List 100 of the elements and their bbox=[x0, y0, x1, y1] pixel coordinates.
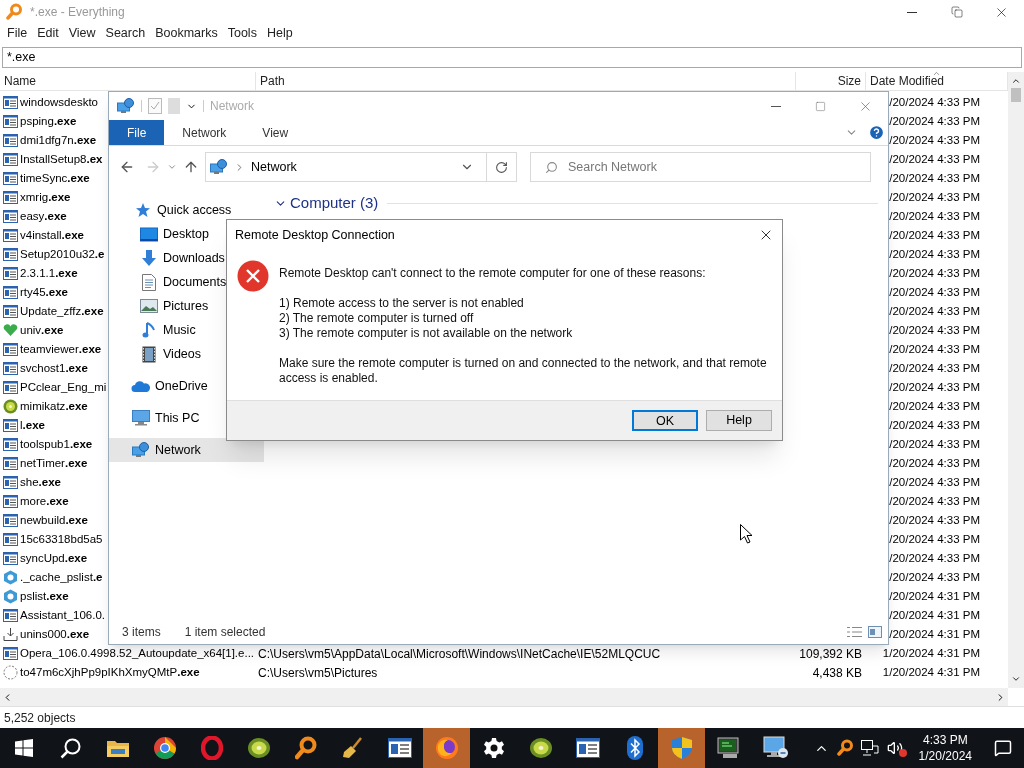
window-icon bbox=[3, 172, 18, 185]
file-path: C:\Users\vm5\Pictures bbox=[258, 665, 378, 680]
network-icon[interactable] bbox=[860, 740, 879, 756]
file-name: l.exe bbox=[20, 417, 45, 433]
back-icon[interactable] bbox=[119, 159, 135, 175]
scroll-thumb[interactable] bbox=[1011, 88, 1021, 102]
tiles-view-icon[interactable] bbox=[868, 626, 882, 638]
ribbon-tab[interactable]: File bbox=[109, 120, 165, 145]
search-icon bbox=[545, 160, 558, 174]
window-icon bbox=[3, 96, 18, 109]
horizontal-scrollbar[interactable] bbox=[0, 688, 1008, 706]
search-field[interactable]: Search Network bbox=[568, 157, 870, 177]
dashed-circle-icon bbox=[3, 665, 18, 680]
window-title: *.exe - Everything bbox=[30, 4, 125, 21]
date-modified: /20/2024 4:33 PM bbox=[889, 455, 980, 471]
search-icon bbox=[59, 737, 82, 759]
window-icon bbox=[3, 229, 18, 242]
menu-item[interactable]: Help bbox=[261, 23, 298, 43]
cloud-icon bbox=[131, 379, 151, 393]
date-modified: /20/2024 4:33 PM bbox=[889, 113, 980, 129]
window-icon bbox=[3, 267, 18, 280]
date-modified: /20/2024 4:33 PM bbox=[889, 512, 980, 528]
window-icon bbox=[3, 552, 18, 565]
kiwi-icon bbox=[528, 736, 553, 760]
clock[interactable]: 4:33 PM 1/20/2024 bbox=[918, 732, 972, 764]
date-modified: /20/2024 4:33 PM bbox=[889, 474, 980, 490]
nav-item[interactable]: Quick access bbox=[109, 198, 264, 222]
notifications-icon[interactable] bbox=[994, 739, 1012, 757]
reason-text: 3) The remote computer is not available on the network bbox=[279, 326, 574, 341]
file-name: to47m6cXjhPp9pIKhXmyQMtP.exe bbox=[20, 664, 200, 680]
shield-icon bbox=[670, 736, 693, 760]
column-header[interactable]: Size bbox=[796, 72, 866, 90]
segmented-circle-icon bbox=[152, 736, 177, 760]
window-icon bbox=[3, 153, 18, 166]
down-arrow-icon bbox=[140, 249, 158, 267]
file-name: 2.3.1.1.exe bbox=[20, 265, 78, 281]
file-name: toolspub1.exe bbox=[20, 436, 93, 452]
vertical-scrollbar[interactable] bbox=[1008, 72, 1024, 688]
nav-item[interactable]: Network bbox=[109, 438, 264, 462]
reason-text: 1) Remote access to the server is not enabled bbox=[279, 296, 525, 311]
menu-item[interactable]: File bbox=[2, 23, 33, 43]
file-name: rty45.exe bbox=[20, 284, 68, 300]
file-name: Setup2010u32.e bbox=[20, 246, 105, 262]
date-modified: 1/20/2024 4:31 PM bbox=[882, 645, 980, 661]
reason-text: 2) The remote computer is turned off bbox=[279, 311, 475, 326]
dialog-button[interactable]: Help bbox=[706, 410, 772, 431]
details-view-icon[interactable] bbox=[847, 626, 862, 638]
mouse-pointer-icon bbox=[740, 524, 753, 544]
up-icon[interactable] bbox=[183, 159, 199, 175]
search-field[interactable]: *.exe bbox=[2, 46, 1022, 68]
menu-item[interactable]: Search bbox=[100, 23, 151, 43]
menu-item[interactable]: Edit bbox=[32, 23, 64, 43]
address-bar[interactable]: Network bbox=[205, 152, 517, 182]
menu-item[interactable]: Bookmarks bbox=[150, 23, 223, 43]
date-modified: /20/2024 4:33 PM bbox=[889, 94, 980, 110]
volume-muted-icon[interactable] bbox=[886, 740, 905, 756]
file-name: PCclear_Eng_mi bbox=[20, 379, 107, 395]
magnifier-icon[interactable] bbox=[836, 739, 853, 757]
window-icon bbox=[3, 419, 18, 432]
network-icon bbox=[132, 442, 150, 458]
date-modified: /20/2024 4:33 PM bbox=[889, 265, 980, 281]
advice-text: Make sure the remote computer is turned on and connected to the network, and that remote access is enabled. bbox=[279, 356, 768, 386]
bluetooth-icon bbox=[626, 736, 643, 760]
status-text: 5,252 objects bbox=[4, 709, 76, 727]
column-header[interactable]: Path bbox=[256, 72, 796, 90]
file-name: Opera_106.0.4998.52_Autoupdate_x64[1].e... bbox=[20, 645, 255, 661]
file-name: pslist.exe bbox=[20, 588, 69, 604]
heart-icon bbox=[3, 324, 18, 337]
error-icon bbox=[237, 260, 269, 292]
dialog-button[interactable]: OK bbox=[632, 410, 698, 431]
minimize-icon bbox=[770, 105, 781, 107]
ribbon-tab[interactable]: Network bbox=[164, 120, 245, 145]
file-name: more.exe bbox=[20, 493, 69, 509]
checklist-icon[interactable] bbox=[148, 98, 162, 114]
file-name: xmrig.exe bbox=[20, 189, 71, 205]
menu-item[interactable]: View bbox=[63, 23, 101, 43]
ribbon-tab[interactable]: View bbox=[244, 120, 307, 145]
ring-icon bbox=[200, 736, 223, 760]
column-header[interactable]: Name bbox=[0, 72, 256, 90]
magnifier-icon bbox=[294, 736, 317, 760]
file-name: netTimer.exe bbox=[20, 455, 88, 471]
selection-count: 1 item selected bbox=[184, 624, 266, 641]
help-icon[interactable] bbox=[868, 124, 885, 141]
window-icon bbox=[3, 134, 18, 147]
date-modified: /20/2024 4:33 PM bbox=[889, 227, 980, 243]
search-box[interactable]: Search Network bbox=[530, 152, 871, 182]
network-icon bbox=[117, 98, 135, 114]
file-size: 109,392 KB bbox=[799, 645, 862, 663]
scroll-up-icon[interactable] bbox=[1011, 76, 1021, 86]
monitor-icon bbox=[132, 410, 150, 426]
refresh-icon[interactable] bbox=[495, 160, 508, 174]
scroll-down-icon[interactable] bbox=[1011, 674, 1021, 684]
terminal-icon bbox=[716, 737, 741, 759]
window-icon bbox=[3, 476, 18, 489]
file-name: 15c63318bd5a5 bbox=[20, 531, 103, 547]
group-header[interactable]: Computer (3) bbox=[290, 192, 379, 215]
hexagon-icon bbox=[3, 570, 18, 585]
menu-item[interactable]: Tools bbox=[222, 23, 262, 43]
date-modified: /20/2024 4:33 PM bbox=[889, 379, 980, 395]
file-name: InstallSetup8.ex bbox=[20, 151, 103, 167]
